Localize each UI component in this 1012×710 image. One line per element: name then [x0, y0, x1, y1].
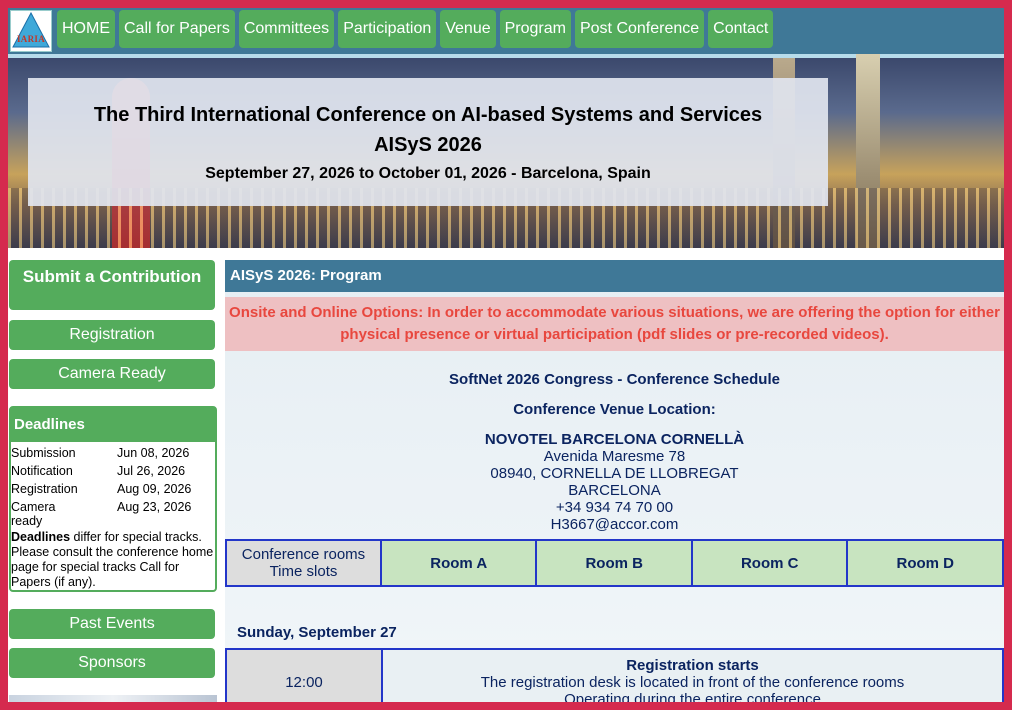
conference-title: The Third International Conference on AI…	[93, 104, 763, 126]
top-navigation-bar: IARIA HOME Call for Papers Committees Pa…	[8, 8, 1004, 54]
address-line: Avenida Maresme 78	[543, 448, 686, 465]
event-cell: Registration starts The registration des…	[381, 648, 1004, 703]
deadlines-note: Deadlines differ for special tracks. Ple…	[11, 530, 215, 590]
deadlines-panel: Deadlines Submission Jun 08, 2026 Notifi…	[9, 406, 217, 592]
rooms-slots-header-cell: Conference rooms Time slots	[225, 539, 382, 587]
deadline-date: Aug 09, 2026	[117, 482, 192, 496]
deadline-date: Jun 08, 2026	[117, 446, 190, 460]
main-nav: HOME Call for Papers Committees Particip…	[57, 10, 774, 52]
nav-post-conference[interactable]: Post Conference	[574, 10, 705, 48]
past-events-button[interactable]: Past Events	[9, 609, 215, 639]
venue-location-label: Conference Venue Location:	[513, 401, 716, 418]
nav-call-for-papers[interactable]: Call for Papers	[119, 10, 235, 48]
deadline-label: Notification	[11, 464, 73, 478]
conference-acronym: AISyS 2026	[374, 134, 482, 156]
deadline-date: Aug 23, 2026	[117, 500, 192, 514]
nav-home[interactable]: HOME	[57, 10, 115, 48]
conference-dates: September 27, 2026 to October 01, 2026 -…	[205, 165, 651, 182]
room-d-header: Room D	[846, 539, 1004, 587]
room-a-header: Room A	[379, 539, 538, 587]
nav-participation[interactable]: Participation	[338, 10, 437, 48]
venue-address: Avenida Maresme 78 08940, CORNELLA DE LL…	[225, 448, 1004, 533]
table-row: Conference rooms Time slots Room A Room …	[225, 539, 1004, 587]
table-row: 12:00 Registration starts The registrati…	[225, 648, 1004, 703]
address-line: 08940, CORNELLA DE LLOBREGAT	[490, 465, 739, 482]
deadlines-note-bold: Deadlines	[11, 530, 71, 544]
nav-venue[interactable]: Venue	[440, 10, 496, 48]
email-address[interactable]: H3667@accor.com	[225, 516, 1004, 533]
program-content: AISyS 2026: Program Onsite and Online Op…	[225, 260, 1004, 702]
banner-cityscape: The Third International Conference on AI…	[8, 54, 1004, 248]
banner-stripe	[8, 54, 1004, 58]
deadline-label: Registration	[11, 482, 78, 496]
banner-title-box: The Third International Conference on AI…	[28, 78, 828, 206]
onsite-online-notice: Onsite and Online Options: In order to a…	[225, 297, 1004, 351]
day-heading: Sunday, September 27	[237, 624, 397, 641]
deadline-date: Jul 26, 2026	[117, 464, 186, 478]
event-description: The registration desk is located in fron…	[480, 673, 905, 691]
camera-ready-button[interactable]: Camera Ready	[9, 359, 215, 389]
event-title: Registration starts	[626, 656, 759, 674]
room-c-header: Room C	[690, 539, 849, 587]
room-b-header: Room B	[535, 539, 693, 587]
page-frame: IARIA HOME Call for Papers Committees Pa…	[8, 8, 1004, 702]
hotel-name: NOVOTEL BARCELONA CORNELLÀ	[484, 431, 745, 448]
schedule-table: 12:00 Registration starts The registrati…	[225, 648, 1004, 702]
iaria-logo[interactable]: IARIA	[10, 10, 52, 52]
sponsors-button[interactable]: Sponsors	[9, 648, 215, 678]
schedule-title: SoftNet 2026 Congress - Conference Sched…	[449, 371, 780, 388]
nav-contact[interactable]: Contact	[708, 10, 774, 48]
rooms-header-line: Conference rooms	[241, 546, 366, 563]
program-header: AISyS 2026: Program	[225, 260, 1004, 292]
phone-number: +34 934 74 70 00	[555, 499, 674, 516]
submit-contribution-button[interactable]: Submit a Contribution	[9, 260, 215, 310]
nav-committees[interactable]: Committees	[238, 10, 335, 48]
event-description: Operating during the entire conference	[564, 690, 821, 703]
registration-button[interactable]: Registration	[9, 320, 215, 350]
nav-program[interactable]: Program	[499, 10, 571, 48]
deadlines-title: Deadlines	[11, 408, 215, 442]
deadline-label: Submission	[11, 446, 76, 460]
deadline-label: Camera ready	[11, 500, 56, 528]
slots-header-line: Time slots	[269, 563, 338, 580]
rooms-header-table: Conference rooms Time slots Room A Room …	[225, 539, 1004, 587]
address-line: BARCELONA	[568, 482, 661, 499]
logo-triangle-icon	[12, 11, 50, 48]
logo-text: IARIA	[16, 34, 45, 44]
sidebar-image	[9, 695, 217, 702]
time-slot-cell: 12:00	[225, 648, 383, 702]
